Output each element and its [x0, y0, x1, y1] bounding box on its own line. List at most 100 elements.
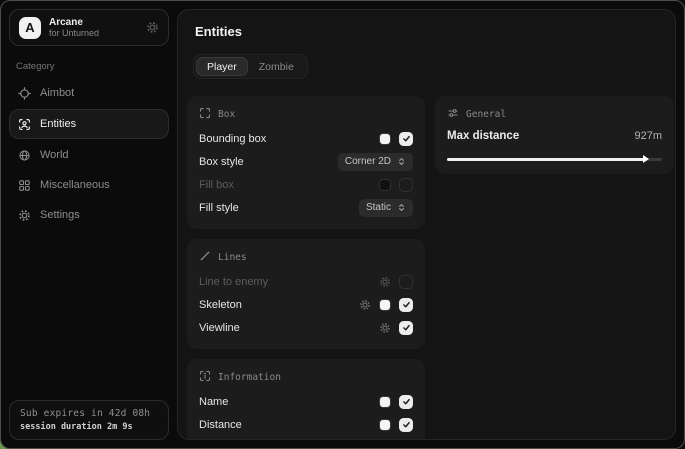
sidebar-item-label: Miscellaneous — [40, 179, 110, 191]
row-label: Fill style — [199, 202, 359, 214]
card-header-label: Box — [218, 109, 235, 120]
entity-scan-icon — [18, 118, 31, 131]
max-distance-label: Max distance — [447, 130, 519, 142]
tab-label: Zombie — [259, 61, 294, 73]
sidebar-item-label: World — [40, 149, 69, 161]
main-panel: Entities Player Zombie — [177, 9, 676, 440]
brand-name: Arcane — [49, 17, 138, 29]
brand-card: A Arcane for Unturned — [9, 9, 169, 46]
row-label: Fill box — [199, 179, 379, 191]
information-card-header: Information — [199, 370, 413, 385]
card-header-label: Information — [218, 372, 281, 383]
viewline-row: Viewline — [199, 316, 413, 339]
fill-style-dropdown[interactable]: Static — [359, 199, 413, 217]
general-card: General Max distance 927m — [435, 96, 674, 174]
sidebar-item-label: Settings — [40, 209, 80, 221]
content-area: Box Bounding box Box — [186, 96, 667, 440]
session-duration-text: session duration 2m 9s — [20, 422, 158, 432]
sidebar-item-aimbot[interactable]: Aimbot — [9, 79, 169, 107]
brand-logo: A — [19, 17, 41, 39]
general-card-header: General — [447, 107, 662, 122]
chevrons-up-down-icon — [397, 157, 406, 166]
sidebar-item-label: Entities — [40, 118, 76, 130]
fill-box-row: Fill box — [199, 173, 413, 196]
scan-corners-icon — [199, 107, 211, 122]
grid-icon — [18, 179, 31, 192]
viewline-checkbox[interactable] — [399, 321, 413, 335]
sub-expiry-text: Sub expires in 42d 08h — [20, 408, 158, 419]
tab-zombie[interactable]: Zombie — [248, 57, 305, 76]
row-label: Viewline — [199, 322, 379, 334]
brand-settings-gear-icon[interactable] — [146, 21, 159, 34]
globe-icon — [18, 149, 31, 162]
sidebar-nav: Aimbot Entities World — [9, 79, 169, 229]
skeleton-settings-gear-icon[interactable] — [359, 299, 371, 311]
line-to-enemy-row: Line to enemy — [199, 270, 413, 293]
fill-box-checkbox[interactable] — [399, 178, 413, 192]
sidebar-item-settings[interactable]: Settings — [9, 201, 169, 229]
fill-style-row: Fill style Static — [199, 196, 413, 219]
name-checkbox[interactable] — [399, 395, 413, 409]
slider-thumb[interactable] — [643, 155, 649, 163]
arcane-window: A Arcane for Unturned Category Aimbot — [0, 0, 685, 449]
bounding-box-row: Bounding box — [199, 127, 413, 150]
distance-color-swatch[interactable] — [379, 419, 391, 431]
desktop-background: A Arcane for Unturned Category Aimbot — [0, 0, 685, 449]
row-label: Bounding box — [199, 133, 379, 145]
skeleton-checkbox[interactable] — [399, 298, 413, 312]
chevrons-up-down-icon — [397, 203, 406, 212]
category-label: Category — [16, 61, 169, 72]
sliders-icon — [447, 107, 459, 122]
distance-checkbox[interactable] — [399, 418, 413, 432]
lines-card: Lines Line to enemy — [187, 239, 425, 349]
box-card: Box Bounding box Box — [187, 96, 425, 229]
skeleton-row: Skeleton — [199, 293, 413, 316]
distance-row: Distance — [199, 413, 413, 436]
crosshair-icon — [18, 87, 31, 100]
name-color-swatch[interactable] — [379, 396, 391, 408]
tab-label: Player — [207, 61, 237, 73]
box-card-header: Box — [199, 107, 413, 122]
sidebar-item-entities[interactable]: Entities — [9, 109, 169, 139]
card-header-label: General — [466, 109, 506, 120]
skeleton-color-swatch[interactable] — [379, 299, 391, 311]
sidebar-item-label: Aimbot — [40, 87, 74, 99]
info-brackets-icon — [199, 370, 211, 385]
max-distance-value: 927m — [634, 130, 662, 142]
row-label: Distance — [199, 419, 379, 431]
subscription-card: Sub expires in 42d 08h session duration … — [9, 400, 169, 440]
tab-player[interactable]: Player — [196, 57, 248, 76]
dropdown-value: Corner 2D — [345, 156, 391, 167]
entity-type-tabs: Player Zombie — [193, 54, 308, 79]
page-title: Entities — [195, 24, 667, 39]
line-to-enemy-settings-gear-icon[interactable] — [379, 276, 391, 288]
box-style-row: Box style Corner 2D — [199, 150, 413, 173]
information-card: Information Name Dis — [187, 359, 425, 440]
card-header-label: Lines — [218, 252, 247, 263]
bounding-box-color-swatch[interactable] — [379, 133, 391, 145]
lines-card-header: Lines — [199, 250, 413, 265]
gear-icon — [18, 209, 31, 222]
row-label: Box style — [199, 156, 338, 168]
row-label: Name — [199, 396, 379, 408]
bounding-box-checkbox[interactable] — [399, 132, 413, 146]
sidebar: A Arcane for Unturned Category Aimbot — [1, 1, 177, 448]
name-row: Name — [199, 390, 413, 413]
brand-text: Arcane for Unturned — [49, 17, 138, 39]
slider-fill — [447, 158, 646, 161]
sidebar-item-miscellaneous[interactable]: Miscellaneous — [9, 171, 169, 199]
viewline-settings-gear-icon[interactable] — [379, 322, 391, 334]
max-distance-row: Max distance 927m — [447, 127, 662, 145]
sidebar-item-world[interactable]: World — [9, 141, 169, 169]
row-label: Line to enemy — [199, 276, 379, 288]
row-label: Skeleton — [199, 299, 359, 311]
line-to-enemy-checkbox[interactable] — [399, 275, 413, 289]
fill-box-color-swatch[interactable] — [379, 179, 391, 191]
diagonal-line-icon — [199, 250, 211, 265]
left-column: Box Bounding box Box — [187, 96, 425, 440]
box-style-dropdown[interactable]: Corner 2D — [338, 153, 413, 171]
dropdown-value: Static — [366, 202, 391, 213]
max-distance-slider[interactable] — [447, 154, 662, 164]
right-column: General Max distance 927m — [435, 96, 674, 174]
brand-subtitle: for Unturned — [49, 28, 138, 38]
